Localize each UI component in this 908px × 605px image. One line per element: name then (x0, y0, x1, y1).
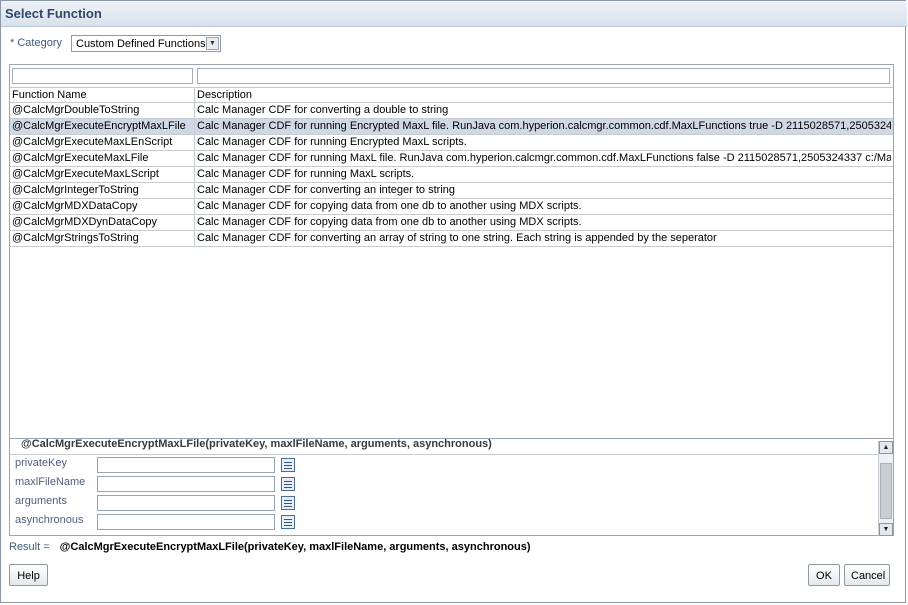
column-divider (194, 167, 195, 182)
table-row[interactable]: @CalcMgrExecuteMaxLFile Calc Manager CDF … (10, 151, 893, 167)
function-name-filter-input[interactable] (12, 68, 193, 84)
function-name-cell: @CalcMgrStringsToString (12, 232, 139, 244)
function-name-cell: @CalcMgrExecuteEncryptMaxLFile (12, 120, 186, 132)
description-cell: Calc Manager CDF for converting an integ… (197, 184, 456, 196)
param-label-private-key: privateKey (15, 457, 67, 469)
table-header-row: Function Name Description (10, 87, 893, 103)
table-row[interactable]: @CalcMgrExecuteMaxLEnScript Calc Manager … (10, 135, 893, 151)
column-divider (194, 119, 195, 134)
column-divider (194, 215, 195, 230)
param-label-arguments: arguments (15, 495, 67, 507)
table-row[interactable]: @CalcMgrMDXDynDataCopy Calc Manager CDF f… (10, 215, 893, 231)
function-name-cell: @CalcMgrDoubleToString (12, 104, 140, 116)
parameters-panel: @CalcMgrExecuteEncryptMaxLFile(privateKe… (9, 438, 894, 536)
column-divider (194, 103, 195, 118)
description-cell: Calc Manager CDF for running MaxL script… (197, 168, 415, 180)
table-row[interactable]: @CalcMgrExecuteMaxLScript Calc Manager CD… (10, 167, 893, 183)
parameters-scrollbar[interactable]: ▲ ▼ (878, 441, 893, 536)
column-header-function-name[interactable]: Function Name (12, 89, 87, 101)
member-selector-icon[interactable] (281, 515, 295, 529)
result-row: Result = @CalcMgrExecuteEncryptMaxLFile(p… (9, 541, 531, 553)
category-select[interactable]: Custom Defined Functions ▼ (71, 35, 221, 52)
param-label-maxl-file-name: maxlFileName (15, 476, 86, 488)
function-name-cell: @CalcMgrExecuteMaxLFile (12, 152, 149, 164)
result-value: @CalcMgrExecuteEncryptMaxLFile(privateKe… (59, 541, 531, 553)
function-name-cell: @CalcMgrMDXDynDataCopy (12, 216, 158, 228)
description-cell: Calc Manager CDF for running Encrypted M… (197, 136, 467, 148)
dialog-titlebar: Select Function (1, 1, 907, 27)
arrow-up-icon[interactable]: ▲ (879, 441, 893, 454)
category-label: * Category (10, 37, 62, 49)
member-selector-icon[interactable] (281, 496, 295, 510)
result-label: Result = (9, 541, 50, 553)
description-cell: Calc Manager CDF for copying data from o… (197, 216, 582, 228)
function-name-cell: @CalcMgrExecuteMaxLScript (12, 168, 159, 180)
description-filter-input[interactable] (197, 68, 890, 84)
function-name-cell: @CalcMgrExecuteMaxLEnScript (12, 136, 173, 148)
member-selector-icon[interactable] (281, 458, 295, 472)
help-button[interactable]: Help (9, 564, 48, 586)
private-key-input[interactable] (97, 457, 275, 473)
description-cell: Calc Manager CDF for converting a double… (197, 104, 449, 116)
table-row[interactable]: @CalcMgrStringsToString Calc Manager CDF … (10, 231, 893, 247)
column-divider (194, 88, 195, 102)
description-cell: Calc Manager CDF for copying data from o… (197, 200, 582, 212)
param-label-asynchronous: asynchronous (15, 514, 84, 526)
category-selected-value: Custom Defined Functions (76, 38, 206, 50)
arguments-input[interactable] (97, 495, 275, 511)
asynchronous-input[interactable] (97, 514, 275, 530)
scrollbar-thumb[interactable] (880, 463, 892, 519)
member-selector-icon[interactable] (281, 477, 295, 491)
description-cell: Calc Manager CDF for running MaxL file. … (197, 152, 891, 164)
table-row[interactable]: @CalcMgrIntegerToString Calc Manager CDF … (10, 183, 893, 199)
column-divider (194, 199, 195, 214)
function-table: Function Name Description @CalcMgrDouble… (9, 64, 894, 439)
required-marker: * (10, 37, 15, 49)
maxl-file-name-input[interactable] (97, 476, 275, 492)
description-cell: Calc Manager CDF for converting an array… (197, 232, 717, 244)
column-divider (194, 231, 195, 246)
chevron-down-icon[interactable]: ▼ (206, 37, 219, 50)
column-divider (194, 135, 195, 150)
column-divider (194, 183, 195, 198)
dialog-title: Select Function (5, 6, 102, 21)
function-name-cell: @CalcMgrIntegerToString (12, 184, 139, 196)
table-row[interactable]: @CalcMgrMDXDataCopy Calc Manager CDF for … (10, 199, 893, 215)
function-signature: @CalcMgrExecuteEncryptMaxLFile(privateKe… (21, 438, 492, 450)
column-header-description[interactable]: Description (197, 89, 252, 101)
function-name-cell: @CalcMgrMDXDataCopy (12, 200, 138, 212)
arrow-down-icon[interactable]: ▼ (879, 523, 893, 536)
column-divider (194, 151, 195, 166)
cancel-button[interactable]: Cancel (844, 564, 890, 586)
ok-button[interactable]: OK (808, 564, 840, 586)
category-label-text: Category (17, 37, 62, 49)
table-body: @CalcMgrDoubleToString Calc Manager CDF f… (10, 103, 893, 247)
table-row[interactable]: @CalcMgrDoubleToString Calc Manager CDF f… (10, 103, 893, 119)
description-cell: Calc Manager CDF for running Encrypted M… (197, 120, 891, 132)
signature-divider (10, 454, 878, 455)
table-row[interactable]: @CalcMgrExecuteEncryptMaxLFile Calc Manag… (10, 119, 893, 135)
select-function-dialog: Select Function * Category Custom Define… (0, 0, 907, 603)
